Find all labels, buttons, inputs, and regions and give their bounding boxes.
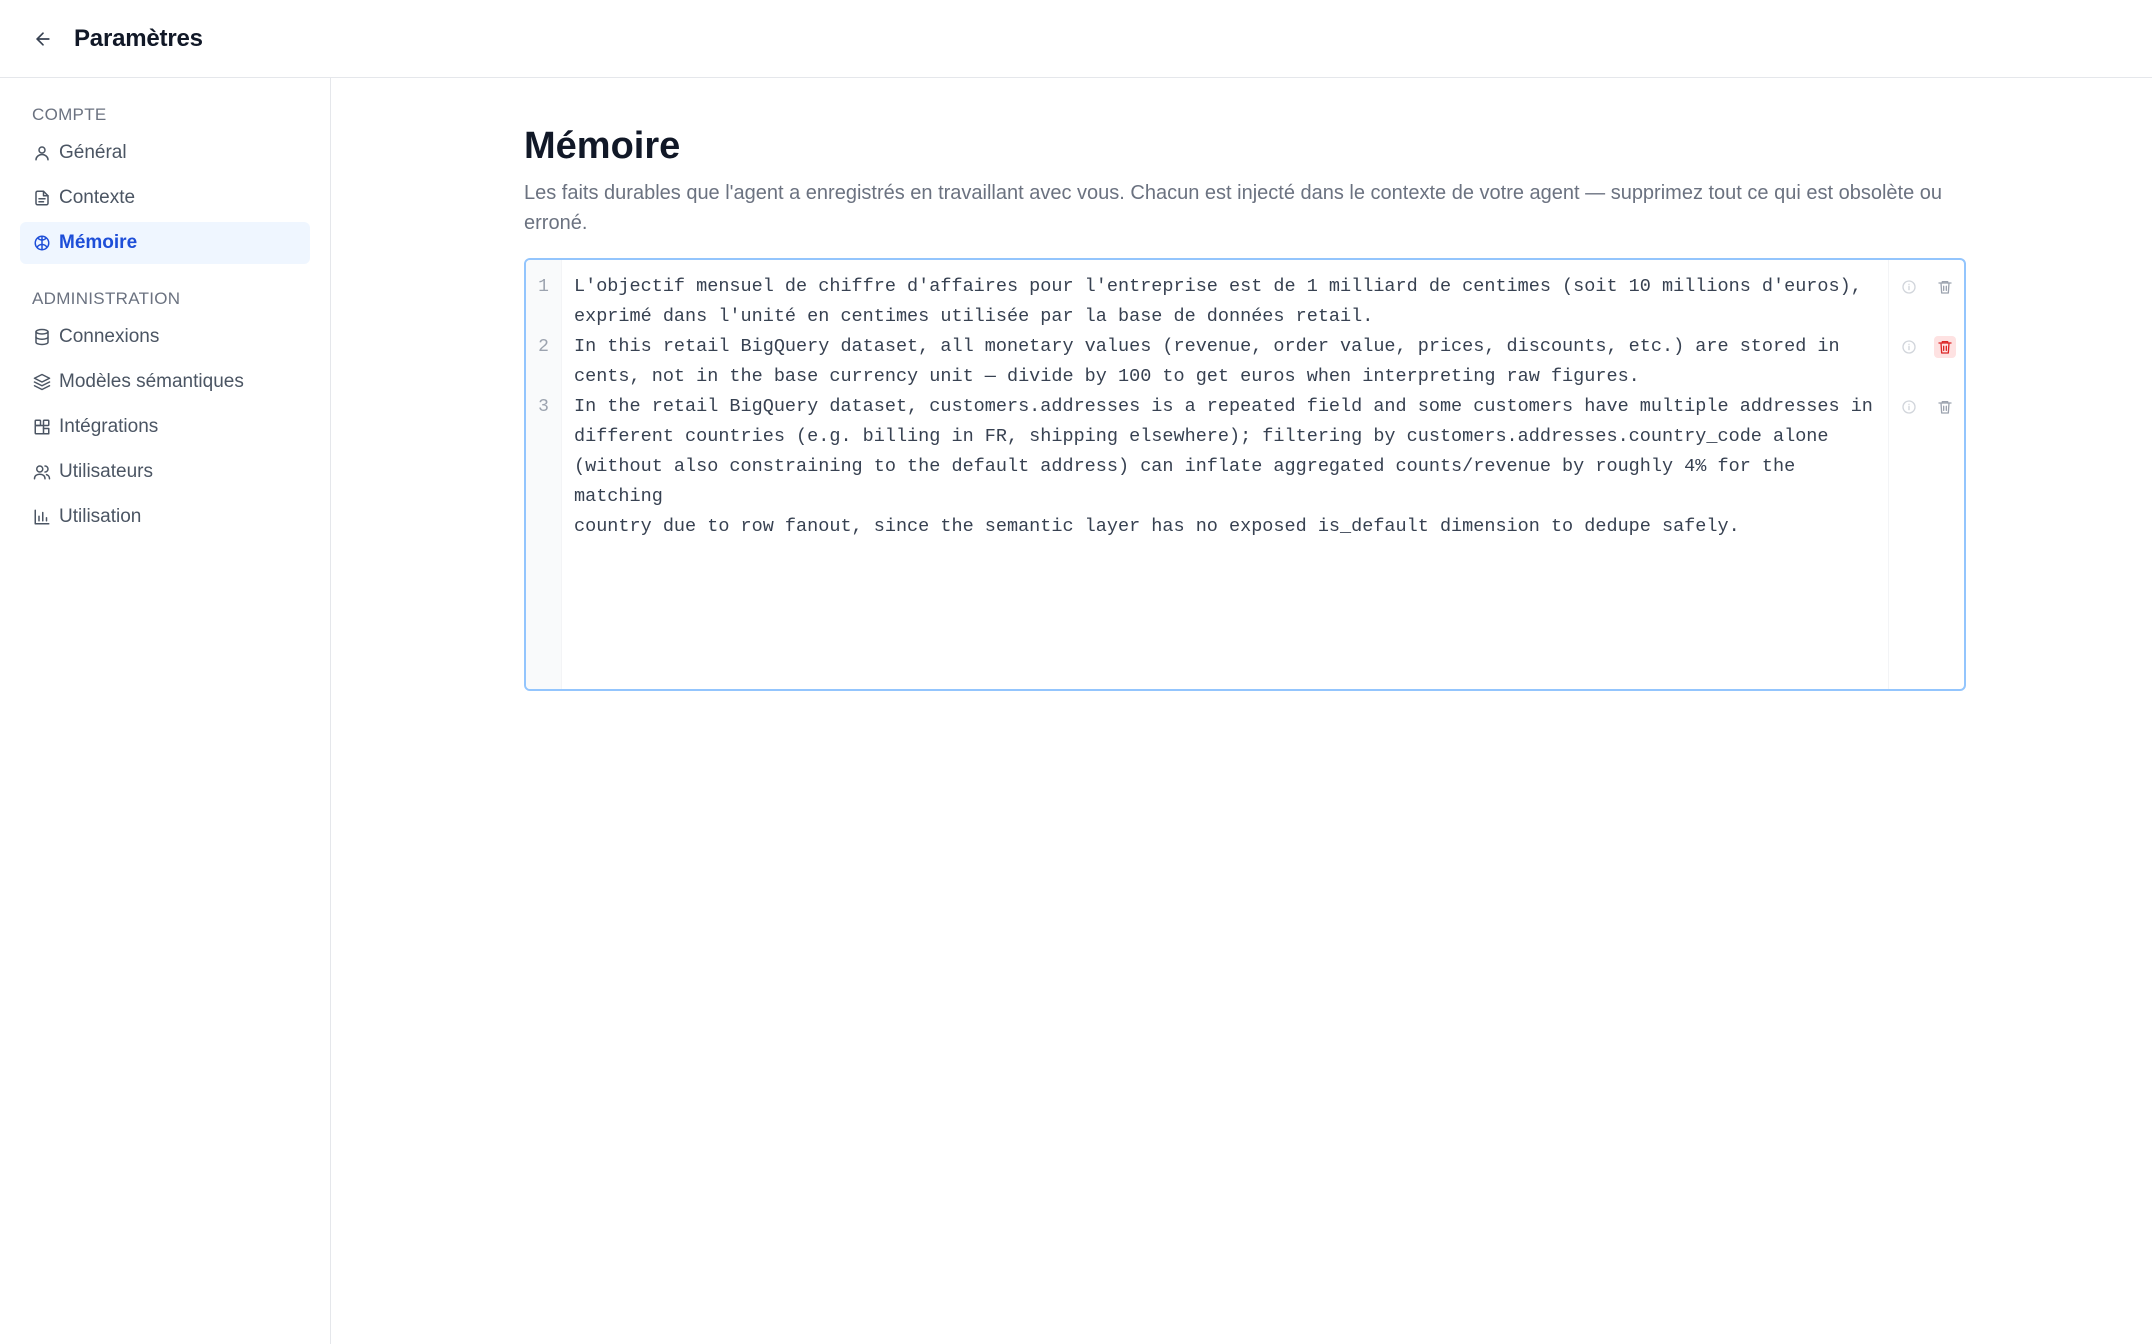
- line-number-spacer: [526, 302, 561, 332]
- sidebar-item-memoire[interactable]: Mémoire: [20, 222, 310, 264]
- sidebar-item-connexions[interactable]: Connexions: [20, 316, 310, 358]
- document-icon: [32, 188, 52, 208]
- sidebar-item-label: Modèles sémantiques: [59, 371, 244, 392]
- users-icon: [32, 462, 52, 482]
- layers-icon: [32, 372, 52, 392]
- sidebar-item-modeles-semantiques[interactable]: Modèles sémantiques: [20, 361, 310, 403]
- line-number-gutter: 1 2 3: [526, 260, 562, 689]
- sidebar-item-label: Intégrations: [59, 416, 159, 437]
- sidebar-item-general[interactable]: Général: [20, 132, 310, 174]
- sidebar-item-label: Mémoire: [59, 232, 138, 253]
- main-content: Mémoire Les faits durables que l'agent a…: [332, 78, 2152, 1344]
- line-number-spacer: [526, 362, 561, 392]
- memory-entry[interactable]: In this retail BigQuery dataset, all mon…: [574, 332, 1878, 392]
- memory-actions-1: [1889, 272, 1964, 302]
- sidebar-item-utilisation[interactable]: Utilisation: [20, 496, 310, 538]
- info-icon[interactable]: [1898, 396, 1920, 418]
- sidebar-item-integrations[interactable]: Intégrations: [20, 406, 310, 448]
- top-bar: Paramètres: [0, 0, 2152, 78]
- line-number: 2: [538, 337, 549, 357]
- database-icon: [32, 327, 52, 347]
- page-description: Les faits durables que l'agent a enregis…: [524, 182, 1942, 234]
- section-label-compte: COMPTE: [32, 105, 107, 124]
- info-icon[interactable]: [1898, 336, 1920, 358]
- sidebar-item-label: Connexions: [59, 326, 160, 347]
- memory-actions-2: [1889, 332, 1964, 362]
- info-icon[interactable]: [1898, 276, 1920, 298]
- trash-icon[interactable]: [1934, 276, 1956, 298]
- back-arrow-icon[interactable]: [32, 28, 54, 50]
- settings-sidebar: COMPTE Général Contexte Mémoire ADMINIST…: [0, 78, 331, 1344]
- sidebar-item-utilisateurs[interactable]: Utilisateurs: [20, 451, 310, 493]
- memory-actions-3: [1889, 392, 1964, 422]
- page-title: Mémoire: [524, 125, 681, 167]
- sidebar-item-label: Contexte: [59, 187, 136, 208]
- memory-entry[interactable]: L'objectif mensuel de chiffre d'affaires…: [574, 272, 1878, 332]
- memory-entry[interactable]: In the retail BigQuery dataset, customer…: [574, 392, 1878, 542]
- line-number: 3: [538, 397, 549, 417]
- brain-icon: [32, 233, 52, 253]
- memory-actions-column: [1888, 260, 1964, 689]
- user-icon: [32, 143, 52, 163]
- bar-chart-icon: [32, 507, 52, 527]
- sidebar-item-label: Général: [59, 142, 127, 163]
- memory-lines[interactable]: L'objectif mensuel de chiffre d'affaires…: [562, 260, 1888, 689]
- section-label-administration: ADMINISTRATION: [32, 289, 181, 308]
- sidebar-item-label: Utilisation: [59, 506, 142, 527]
- trash-icon[interactable]: [1933, 336, 1956, 358]
- line-number: 1: [538, 277, 549, 297]
- trash-icon[interactable]: [1934, 396, 1956, 418]
- memory-editor[interactable]: 1 2 3 L'objectif mensuel de chiffre d'af…: [524, 258, 1966, 691]
- page-header-title: Paramètres: [74, 24, 203, 52]
- sidebar-item-contexte[interactable]: Contexte: [20, 177, 310, 219]
- sidebar-item-label: Utilisateurs: [59, 461, 153, 482]
- puzzle-icon: [32, 417, 52, 437]
